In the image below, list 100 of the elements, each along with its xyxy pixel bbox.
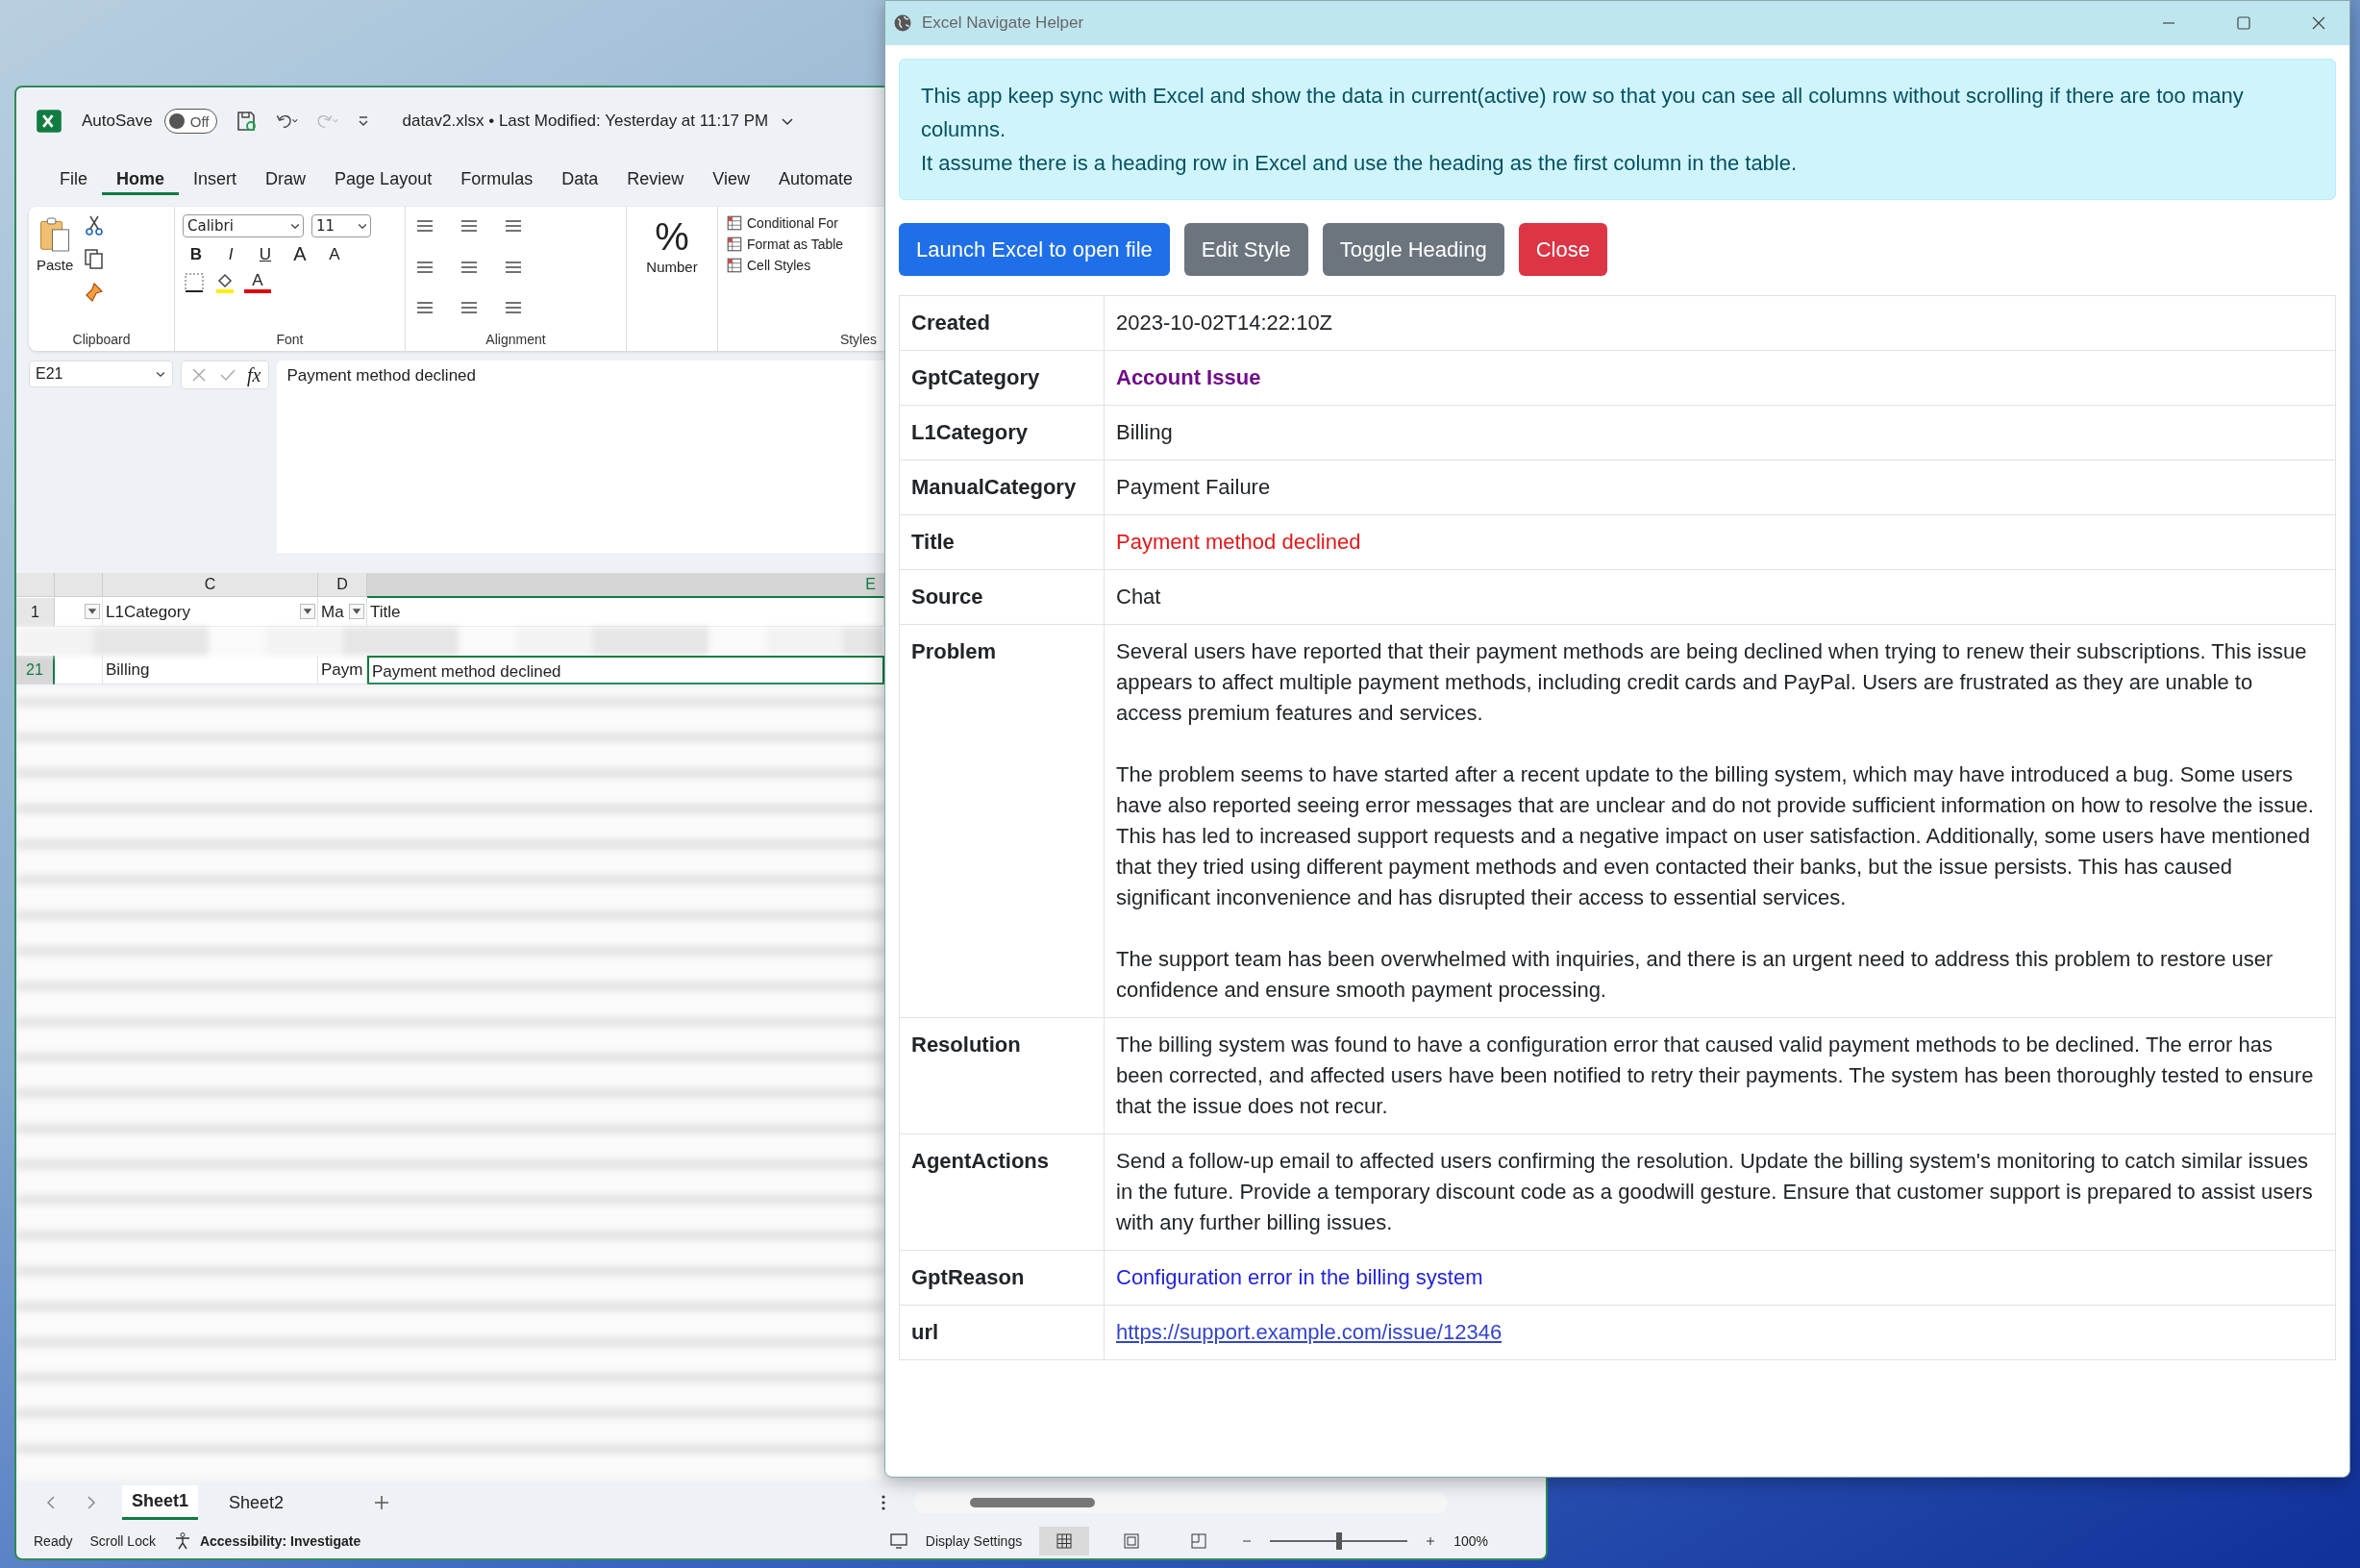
- display-icon[interactable]: [888, 1531, 908, 1551]
- action-button[interactable]: Edit Style: [1183, 223, 1308, 276]
- formula-input[interactable]: Payment method declined: [277, 361, 884, 553]
- table-style-icon: [726, 214, 743, 232]
- group-label: Styles: [839, 332, 877, 347]
- filter-button[interactable]: [300, 604, 315, 619]
- font-size-dropdown[interactable]: 11: [311, 214, 371, 237]
- menu-tab[interactable]: Home: [102, 162, 180, 195]
- field-link[interactable]: https://support.example.com/issue/12346: [1116, 1320, 1503, 1344]
- page-icon: [1122, 1531, 1142, 1551]
- window-title: Excel Navigate Helper: [922, 13, 1084, 33]
- zoom-level[interactable]: 100%: [1453, 1533, 1488, 1549]
- zoom-in-icon[interactable]: [1425, 1535, 1437, 1547]
- field-value: The problem seems to have started after a recent update to the billing system, which may have introduced a bug. Some users have also reported seeing error messages that are unclear and do not provide sufficient information on how to resolve the issue. This has led to increased support requests and a negative impact on user satisfaction. Additionally, some users have mentioned that they tried using different payment methods and even contacted their banks, but the issue persists. This has caused significant inconvenience and has disrupted their access to essential services.: [1116, 761, 2315, 911]
- column-header[interactable]: D: [318, 573, 367, 597]
- autosave-toggle[interactable]: Off: [163, 109, 218, 134]
- autosave-label: AutoSave: [82, 112, 153, 131]
- italic-button[interactable]: I: [217, 244, 244, 264]
- status-text: Ready: [34, 1533, 73, 1549]
- row-number[interactable]: 21: [16, 656, 55, 684]
- field-label: ManualCategory: [911, 475, 1077, 499]
- zoom-slider-thumb[interactable]: [1335, 1532, 1342, 1550]
- menu-tab[interactable]: Formulas: [446, 162, 548, 195]
- table-style-icon: [726, 236, 743, 253]
- accessibility-status[interactable]: Accessibility: Investigate: [199, 1533, 361, 1549]
- menu-tab[interactable]: Page Layout: [320, 162, 447, 195]
- table-cell: Billing: [106, 660, 150, 679]
- sheet-tab[interactable]: Sheet2: [219, 1486, 294, 1519]
- clipboard-icon: [38, 214, 72, 255]
- menu-tab[interactable]: Review: [612, 162, 699, 195]
- info-text: This app keep sync with Excel and show the data in current(active) row so that you can see all columns without scrolling if there are too many columns.: [921, 83, 2245, 143]
- table-style-icon: [726, 257, 743, 274]
- maximize-icon[interactable]: [2234, 13, 2253, 33]
- field-value: Billing: [1116, 419, 1174, 446]
- horizontal-scrollbar[interactable]: [914, 1492, 1449, 1513]
- styles-menu-item[interactable]: Conditional For: [726, 214, 877, 232]
- field-label: url: [911, 1320, 939, 1344]
- field-label: Title: [911, 530, 955, 554]
- borders-icon[interactable]: [183, 271, 206, 294]
- styles-menu-item[interactable]: Format as Table: [726, 236, 877, 253]
- styles-menu-item[interactable]: Cell Styles: [726, 257, 877, 274]
- menu-tab[interactable]: File: [45, 162, 102, 195]
- field-label: Problem: [911, 639, 997, 663]
- name-box[interactable]: E21: [29, 361, 173, 387]
- field-label: Resolution: [911, 1033, 1021, 1057]
- field-label: GptReason: [911, 1265, 1025, 1289]
- field-label: GptCategory: [911, 365, 1040, 389]
- action-button[interactable]: Launch Excel to open file: [899, 223, 1170, 276]
- table-cell: L1Category: [106, 603, 190, 621]
- field-value: The support team has been overwhelmed with inquiries, and there is an urgent need to address this problem to restore user confidence and ensure smooth payment processing.: [1116, 946, 2274, 1004]
- table-cell: Paym: [321, 660, 363, 679]
- number-format-button[interactable]: % Number: [634, 214, 709, 347]
- menu-tab[interactable]: View: [698, 162, 764, 195]
- file-title[interactable]: datav2.xlsx • Last Modified: Yesterday at 11:17 PM: [402, 112, 769, 131]
- group-label: Alignment: [485, 332, 546, 347]
- paste-button[interactable]: Paste: [37, 214, 74, 332]
- table-cell: Ma: [321, 603, 344, 621]
- field-label: L1Category: [911, 420, 1029, 444]
- field-value: Send a follow-up email to affected users confirming the resolution. Update the billing system's monitoring to catch similar issues in the future. Provide a temporary discount code as a goodwill gesture. Ensure that customer support is prepared to assist users with any further billing issues.: [1116, 1148, 2314, 1236]
- field-label: Created: [911, 311, 990, 335]
- table-cell: Payment method declined: [372, 662, 561, 681]
- info-text: It assume there is a heading row in Excel and use the heading as the first column in the table.: [921, 150, 1799, 177]
- field-value: Payment method declined: [1116, 529, 1362, 556]
- font-color-button[interactable]: A: [244, 272, 271, 293]
- globe-icon: [893, 13, 912, 33]
- menu-tab[interactable]: Data: [547, 162, 613, 195]
- field-value: Configuration error in the billing system: [1116, 1264, 1484, 1291]
- grid-icon: [1055, 1531, 1075, 1551]
- menu-tab[interactable]: Automate: [763, 162, 867, 195]
- group-label: Font: [276, 332, 304, 347]
- table-cell: Title: [370, 603, 401, 621]
- field-value: Chat: [1116, 584, 1162, 610]
- column-header[interactable]: C: [103, 573, 318, 597]
- field-value: Payment Failure: [1116, 474, 1272, 501]
- save-icon[interactable]: [235, 110, 259, 133]
- field-value: The billing system was found to have a configuration error that caused valid payment methods to be declined. The error has been corrected, and affected users have been notified to retry their payments. The system has been thoroughly tested to ensure that the issue does not recur.: [1116, 1032, 2315, 1120]
- field-value: Account Issue: [1116, 364, 1262, 391]
- display-settings-button[interactable]: Display Settings: [925, 1533, 1023, 1549]
- normal-view-button[interactable]: [1039, 1527, 1090, 1556]
- insert-function-button[interactable]: fx: [247, 363, 261, 386]
- row-number[interactable]: 1: [16, 598, 55, 627]
- shrink-font-button[interactable]: A: [321, 244, 348, 264]
- font-name-dropdown[interactable]: Calibri: [183, 214, 304, 237]
- menu-tab[interactable]: Draw: [251, 162, 321, 195]
- menu-tab[interactable]: Insert: [179, 162, 252, 195]
- underline-button[interactable]: U: [252, 244, 279, 264]
- grow-font-button[interactable]: A: [286, 243, 313, 265]
- sheet-tab[interactable]: Sheet1: [122, 1485, 199, 1520]
- filter-button[interactable]: [85, 604, 100, 619]
- filter-button[interactable]: [349, 604, 364, 619]
- spreadsheet-logo-icon[interactable]: [36, 108, 62, 135]
- page-break-icon: [1189, 1531, 1209, 1551]
- group-label: Clipboard: [72, 332, 131, 347]
- fill-color-icon[interactable]: [213, 271, 236, 294]
- column-header[interactable]: E: [367, 573, 884, 598]
- field-value: 2023-10-02T14:22:10Z: [1116, 310, 1334, 336]
- status-text: Scroll Lock: [89, 1533, 156, 1549]
- action-button[interactable]: Toggle Heading: [1322, 223, 1504, 276]
- action-button[interactable]: Close: [1518, 223, 1607, 276]
- bold-button[interactable]: B: [183, 244, 210, 264]
